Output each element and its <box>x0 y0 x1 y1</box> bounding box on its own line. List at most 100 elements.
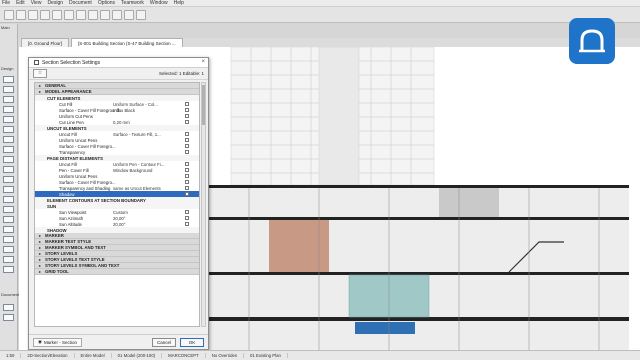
toolbar-button[interactable] <box>52 9 62 20</box>
panel-label: STORY LEVELS TEXT STYLE <box>45 257 105 262</box>
arc-tool-icon[interactable] <box>3 246 14 253</box>
setting-checkbox[interactable] <box>185 162 189 166</box>
menu-item[interactable]: Edit <box>16 0 25 6</box>
first-floor-slab <box>209 217 629 220</box>
setting-label: Transparency and Shading <box>59 185 111 191</box>
tab-building-section[interactable]: [S-001 Building Section (S-47 Building S… <box>71 38 183 47</box>
fill-tool-icon[interactable] <box>3 256 14 263</box>
setting-checkbox[interactable] <box>185 186 189 190</box>
setting-value[interactable]: 20,00° <box>113 216 125 221</box>
scrollbar-thumb[interactable] <box>202 85 205 125</box>
section-tool-icon[interactable] <box>3 314 14 321</box>
setting-checkbox[interactable] <box>185 108 189 112</box>
toolbar-button[interactable] <box>112 9 122 20</box>
tab-ground-floor[interactable]: [0. Ground Floor] <box>21 38 70 47</box>
toolbar-button[interactable] <box>88 9 98 20</box>
setting-checkbox[interactable] <box>185 138 189 142</box>
setting-value[interactable]: Inflax Black <box>113 108 135 113</box>
group-label: SUN <box>47 203 57 209</box>
archicad-logo-icon <box>569 18 615 64</box>
cancel-button[interactable]: Cancel <box>152 337 176 347</box>
section-tool-icon <box>34 60 39 65</box>
wall-tool-icon[interactable] <box>3 76 14 83</box>
status-field[interactable]: 01 Model (200-100) <box>112 353 163 358</box>
setting-value[interactable]: Uniform Surface - Col... <box>113 102 158 107</box>
setting-value[interactable]: 20,00° <box>113 222 125 227</box>
window-tool-icon[interactable] <box>3 166 14 173</box>
status-field[interactable]: 01 Existing Plan <box>244 353 288 358</box>
beam-tool-icon[interactable] <box>3 96 14 103</box>
toolbar-button[interactable] <box>16 9 26 20</box>
toolbar-button[interactable] <box>28 9 38 20</box>
menu-item[interactable]: Design <box>47 0 63 6</box>
setting-value[interactable]: Custom <box>113 210 128 215</box>
settings-scrollbar[interactable] <box>201 82 206 327</box>
zone-tool-icon[interactable] <box>3 146 14 153</box>
roof-tool-icon[interactable] <box>3 116 14 123</box>
setting-checkbox[interactable] <box>185 150 189 154</box>
menu-bar: File Edit View Design Document Options Teamwor… <box>0 0 640 7</box>
panel-label: MARKER SYMBOL AND TEXT <box>45 245 106 250</box>
menu-item[interactable]: Options <box>98 0 115 6</box>
menu-item[interactable]: View <box>31 0 42 6</box>
dimension-tool-icon[interactable] <box>3 304 14 311</box>
toolbar-button[interactable] <box>124 9 134 20</box>
ok-button[interactable]: OK <box>180 337 204 347</box>
setting-checkbox[interactable] <box>185 168 189 172</box>
settings-panel-header[interactable]: ▸ GRID TOOL <box>35 269 199 275</box>
shell-tool-icon[interactable] <box>3 126 14 133</box>
menu-item[interactable]: Document <box>69 0 92 6</box>
menu-item[interactable]: File <box>2 0 10 6</box>
status-field[interactable]: 2D-Section/Elevation <box>21 353 75 358</box>
setting-value[interactable]: same as Uncut Elements <box>113 186 161 191</box>
stair-tool-icon[interactable] <box>3 176 14 183</box>
setting-checkbox[interactable] <box>185 180 189 184</box>
setting-checkbox[interactable] <box>185 144 189 148</box>
setting-value[interactable]: Uniform Pen - Contour Fi... <box>113 162 164 167</box>
pool <box>355 322 415 334</box>
dialog-titlebar[interactable]: Section Selection Settings <box>29 58 208 68</box>
menu-item[interactable]: Window <box>150 0 168 6</box>
settings-tree: ▸ GENERAL ▸ MODEL APPEARANCE CUT ELEMENTS Cut… <box>34 82 200 327</box>
toolbar-button[interactable] <box>100 9 110 20</box>
status-field[interactable]: 1:50 <box>0 353 22 358</box>
roof-slab <box>209 185 629 188</box>
setting-label: Cut Line Pen <box>59 119 84 125</box>
column-tool-icon[interactable] <box>3 86 14 93</box>
setting-value[interactable]: Surface - Texture Fill, 1... <box>113 132 161 137</box>
status-field[interactable]: No Overrides <box>206 353 245 358</box>
setting-checkbox[interactable] <box>185 216 189 220</box>
setting-checkbox[interactable] <box>185 120 189 124</box>
marker-display-dropdown[interactable]: ◉ Marker - Section <box>33 337 82 347</box>
object-tool-icon[interactable] <box>3 206 14 213</box>
toolbar-button[interactable] <box>4 9 14 20</box>
setting-checkbox[interactable] <box>185 222 189 226</box>
line-tool-icon[interactable] <box>3 236 14 243</box>
setting-value[interactable]: Window Background <box>113 168 152 173</box>
text-tool-icon[interactable] <box>3 266 14 273</box>
toolbar-button[interactable] <box>40 9 50 20</box>
toolbar-button[interactable] <box>136 9 146 20</box>
setting-value[interactable]: 0,20 mm <box>113 120 130 125</box>
railing-tool-icon[interactable] <box>3 186 14 193</box>
setting-checkbox[interactable] <box>185 192 189 196</box>
door-tool-icon[interactable] <box>3 156 14 163</box>
setting-checkbox[interactable] <box>185 114 189 118</box>
toolbar-button[interactable] <box>64 9 74 20</box>
favorites-star-icon[interactable]: ☆ <box>33 69 47 78</box>
morph-tool-icon[interactable] <box>3 226 14 233</box>
mesh-tool-icon[interactable] <box>3 136 14 143</box>
setting-checkbox[interactable] <box>185 132 189 136</box>
close-icon[interactable]: × <box>201 59 205 65</box>
lamp-tool-icon[interactable] <box>3 216 14 223</box>
toolbar-button[interactable] <box>76 9 86 20</box>
menu-item[interactable]: Teamwork <box>121 0 144 6</box>
menu-item[interactable]: Help <box>174 0 184 6</box>
slab-tool-icon[interactable] <box>3 106 14 113</box>
status-field[interactable]: Entire Model <box>75 353 112 358</box>
setting-checkbox[interactable] <box>185 210 189 214</box>
status-field[interactable]: MARCONCEPT <box>162 353 206 358</box>
setting-checkbox[interactable] <box>185 174 189 178</box>
setting-checkbox[interactable] <box>185 102 189 106</box>
curtain-wall-tool-icon[interactable] <box>3 196 14 203</box>
